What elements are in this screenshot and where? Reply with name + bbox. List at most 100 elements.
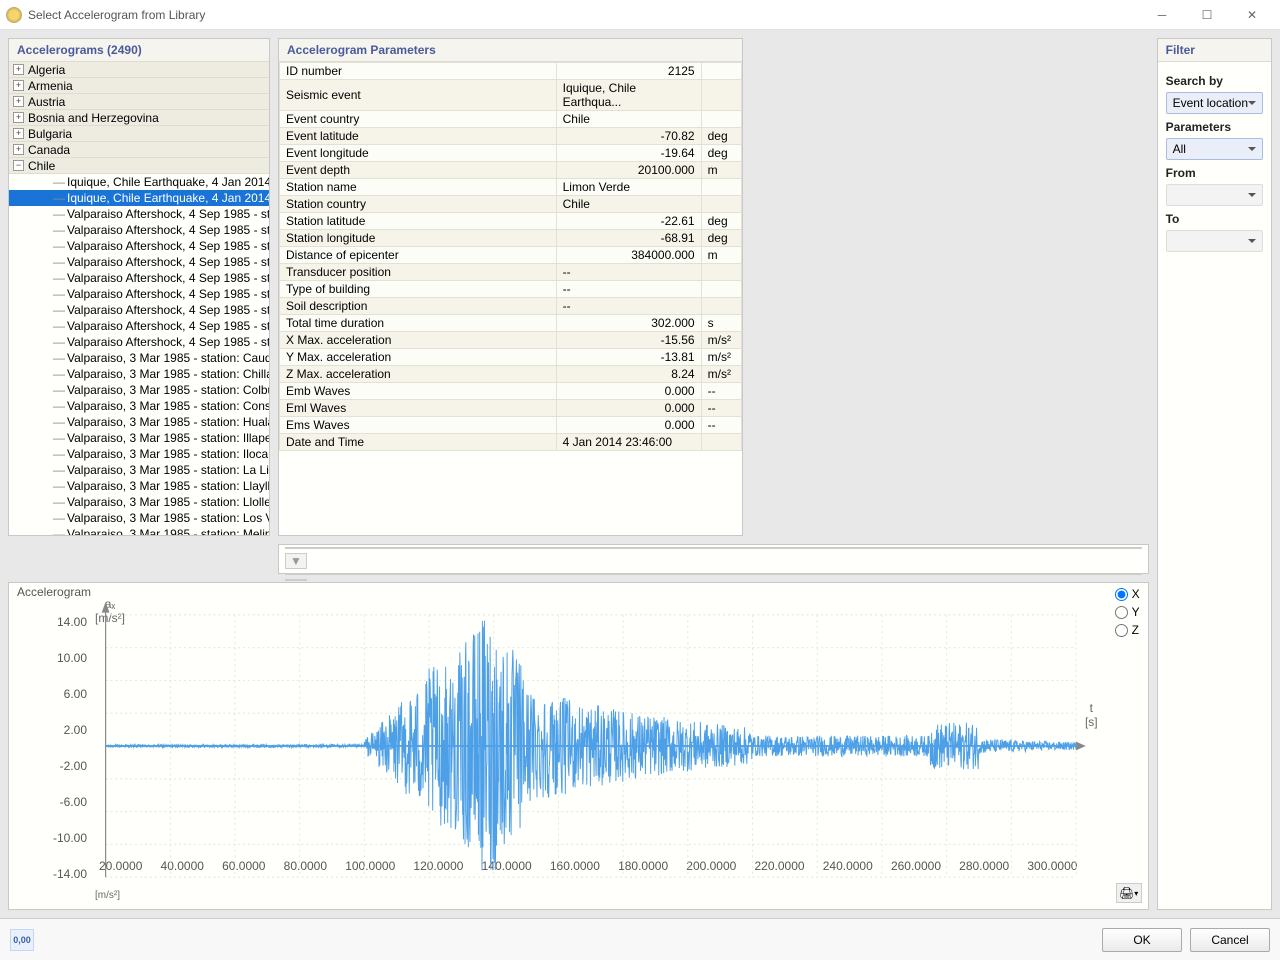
param-row: Transducer position-- bbox=[280, 264, 742, 281]
filter-title: Filter bbox=[1158, 39, 1271, 62]
param-row: Distance of epicenter384000.000m bbox=[280, 247, 742, 264]
collapse-icon[interactable]: − bbox=[13, 160, 24, 171]
param-row: Type of building-- bbox=[280, 281, 742, 298]
minimize-button[interactable]: ─ bbox=[1140, 1, 1184, 29]
window-title: Select Accelerogram from Library bbox=[28, 8, 1140, 22]
param-row: Seismic eventIquique, Chile Earthqua... bbox=[280, 80, 742, 111]
tree-item[interactable]: —Valparaiso Aftershock, 4 Sep 1985 - sta… bbox=[9, 302, 269, 318]
param-row: Station nameLimon Verde bbox=[280, 179, 742, 196]
tree-item[interactable]: —Valparaiso, 3 Mar 1985 - station: Huala… bbox=[9, 414, 269, 430]
print-button[interactable]: 🖨▾ bbox=[1116, 883, 1142, 903]
tree-item[interactable]: —Valparaiso, 3 Mar 1985 - station: Llayl… bbox=[9, 478, 269, 494]
param-row: Z Max. acceleration8.24m/s² bbox=[280, 366, 742, 383]
from-select bbox=[1166, 184, 1263, 206]
tree-item[interactable]: —Valparaiso, 3 Mar 1985 - station: Melip… bbox=[9, 526, 269, 535]
tree-country[interactable]: +Austria bbox=[9, 94, 269, 110]
search-by-label: Search by bbox=[1166, 74, 1263, 88]
accelerograms-title: Accelerograms (2490) bbox=[9, 39, 269, 62]
radio-x[interactable]: X bbox=[1115, 587, 1140, 601]
accelerograms-panel: Accelerograms (2490) +Algeria+Armenia+Au… bbox=[8, 38, 270, 536]
tree-item[interactable]: —Valparaiso, 3 Mar 1985 - station: Chill… bbox=[9, 366, 269, 382]
app-icon bbox=[6, 7, 22, 23]
tree-item[interactable]: —Valparaiso, 3 Mar 1985 - station: La Li… bbox=[9, 462, 269, 478]
chart-panel: Accelerogram aₓ[m/s²] t[s] [m/s²] 14.001… bbox=[8, 582, 1149, 910]
chevron-down-icon bbox=[1248, 147, 1256, 155]
accelerograms-tree[interactable]: +Algeria+Armenia+Austria+Bosnia and Herz… bbox=[9, 62, 269, 535]
tree-item[interactable]: —Valparaiso Aftershock, 4 Sep 1985 - sta… bbox=[9, 222, 269, 238]
radio-z[interactable]: Z bbox=[1115, 623, 1140, 637]
tree-item[interactable]: —Valparaiso Aftershock, 4 Sep 1985 - sta… bbox=[9, 318, 269, 334]
expand-icon[interactable]: + bbox=[13, 128, 24, 139]
tree-country[interactable]: +Armenia bbox=[9, 78, 269, 94]
parameters-panel: Accelerogram Parameters ID number2125Sei… bbox=[278, 38, 743, 536]
param-row: Eml Waves0.000-- bbox=[280, 400, 742, 417]
tree-item[interactable]: —Valparaiso Aftershock, 4 Sep 1985 - sta… bbox=[9, 334, 269, 350]
search-by-select[interactable]: Event location bbox=[1166, 92, 1263, 114]
tree-item[interactable]: —Valparaiso, 3 Mar 1985 - station: Los V… bbox=[9, 510, 269, 526]
close-button[interactable]: ✕ bbox=[1230, 1, 1274, 29]
radio-y[interactable]: Y bbox=[1115, 605, 1140, 619]
filter-icon[interactable]: ▼ bbox=[285, 553, 307, 569]
to-select bbox=[1166, 230, 1263, 252]
param-row: Emb Waves0.000-- bbox=[280, 383, 742, 400]
filter-btn-1[interactable] bbox=[285, 579, 307, 581]
parameters-select[interactable]: All bbox=[1166, 138, 1263, 160]
param-row: Event latitude-70.82deg bbox=[280, 128, 742, 145]
accelerogram-chart bbox=[37, 593, 1096, 899]
cancel-button[interactable]: Cancel bbox=[1190, 928, 1270, 952]
expand-icon[interactable]: + bbox=[13, 144, 24, 155]
param-row: Event longitude-19.64deg bbox=[280, 145, 742, 162]
maximize-button[interactable]: ☐ bbox=[1185, 1, 1229, 29]
tree-item[interactable]: —Valparaiso Aftershock, 4 Sep 1985 - sta… bbox=[9, 286, 269, 302]
footer: 0,00 OK Cancel bbox=[0, 918, 1280, 960]
filter-field-2[interactable] bbox=[285, 573, 1142, 575]
tree-item[interactable]: —Valparaiso Aftershock, 4 Sep 1985 - sta… bbox=[9, 254, 269, 270]
tree-country[interactable]: +Bulgaria bbox=[9, 126, 269, 142]
filter-field-1[interactable] bbox=[285, 547, 1142, 549]
param-row: Total time duration302.000s bbox=[280, 315, 742, 332]
ok-button[interactable]: OK bbox=[1102, 928, 1182, 952]
tree-item[interactable]: —Valparaiso Aftershock, 4 Sep 1985 - sta… bbox=[9, 206, 269, 222]
param-row: Station countryChile bbox=[280, 196, 742, 213]
tree-item[interactable]: —Valparaiso Aftershock, 4 Sep 1985 - sta… bbox=[9, 270, 269, 286]
units-button[interactable]: 0,00 bbox=[10, 929, 34, 951]
param-row: X Max. acceleration-15.56m/s² bbox=[280, 332, 742, 349]
tree-item[interactable]: —Iquique, Chile Earthquake, 4 Jan 2014 -… bbox=[9, 190, 269, 206]
tree-item[interactable]: —Valparaiso, 3 Mar 1985 - station: Iloca bbox=[9, 446, 269, 462]
tree-item[interactable]: —Valparaiso, 3 Mar 1985 - station: Const… bbox=[9, 398, 269, 414]
tree-item[interactable]: —Valparaiso, 3 Mar 1985 - station: Colbu… bbox=[9, 382, 269, 398]
tree-item[interactable]: —Valparaiso, 3 Mar 1985 - station: Lloll… bbox=[9, 494, 269, 510]
parameters-title: Accelerogram Parameters bbox=[279, 39, 742, 62]
from-label: From bbox=[1166, 166, 1263, 180]
chevron-down-icon bbox=[1248, 239, 1256, 247]
secondary-filter-bar: ▼ bbox=[278, 544, 1149, 574]
chevron-down-icon bbox=[1248, 193, 1256, 201]
param-row: Event depth20100.000m bbox=[280, 162, 742, 179]
tree-country-chile[interactable]: −Chile bbox=[9, 158, 269, 174]
to-label: To bbox=[1166, 212, 1263, 226]
tree-item[interactable]: —Valparaiso Aftershock, 4 Sep 1985 - sta… bbox=[9, 238, 269, 254]
param-row: ID number2125 bbox=[280, 63, 742, 80]
param-row: Date and Time4 Jan 2014 23:46:00 bbox=[280, 434, 742, 451]
param-row: Ems Waves0.000-- bbox=[280, 417, 742, 434]
expand-icon[interactable]: + bbox=[13, 80, 24, 91]
titlebar: Select Accelerogram from Library ─ ☐ ✕ bbox=[0, 0, 1280, 30]
parameters-table: ID number2125Seismic eventIquique, Chile… bbox=[279, 62, 742, 451]
tree-item[interactable]: —Valparaiso, 3 Mar 1985 - station: Illap… bbox=[9, 430, 269, 446]
param-row: Y Max. acceleration-13.81m/s² bbox=[280, 349, 742, 366]
tree-country[interactable]: +Algeria bbox=[9, 62, 269, 78]
chevron-down-icon bbox=[1248, 101, 1256, 109]
param-row: Station longitude-68.91deg bbox=[280, 230, 742, 247]
parameters-label: Parameters bbox=[1166, 120, 1263, 134]
tree-country[interactable]: +Canada bbox=[9, 142, 269, 158]
expand-icon[interactable]: + bbox=[13, 96, 24, 107]
tree-country[interactable]: +Bosnia and Herzegovina bbox=[9, 110, 269, 126]
expand-icon[interactable]: + bbox=[13, 112, 24, 123]
tree-item[interactable]: —Valparaiso, 3 Mar 1985 - station: Cauqe… bbox=[9, 350, 269, 366]
param-row: Event countryChile bbox=[280, 111, 742, 128]
param-row: Station latitude-22.61deg bbox=[280, 213, 742, 230]
param-row: Soil description-- bbox=[280, 298, 742, 315]
expand-icon[interactable]: + bbox=[13, 64, 24, 75]
axis-radio-group: X Y Z bbox=[1115, 587, 1140, 637]
tree-item[interactable]: —Iquique, Chile Earthquake, 4 Jan 2014 -… bbox=[9, 174, 269, 190]
